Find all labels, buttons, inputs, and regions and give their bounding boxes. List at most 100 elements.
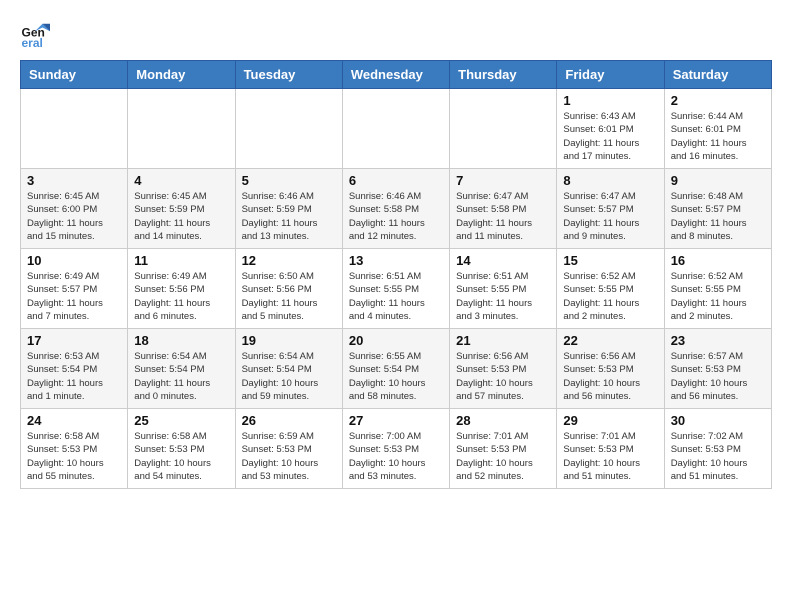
weekday-header: Monday — [128, 61, 235, 89]
calendar-cell: 19 Sunrise: 6:54 AM Sunset: 5:54 PM Dayli… — [235, 329, 342, 409]
day-number: 30 — [671, 413, 765, 428]
calendar-week-row: 24 Sunrise: 6:58 AM Sunset: 5:53 PM Dayli… — [21, 409, 772, 489]
calendar-week-row: 1 Sunrise: 6:43 AM Sunset: 6:01 PM Daylig… — [21, 89, 772, 169]
day-number: 28 — [456, 413, 550, 428]
calendar-cell — [235, 89, 342, 169]
day-number: 15 — [563, 253, 657, 268]
calendar-cell: 6Sunrise: 6:46 AM Sunset: 5:58 PM Daylig… — [342, 169, 449, 249]
day-info: Sunrise: 6:51 AM Sunset: 5:55 PM Dayligh… — [349, 270, 443, 323]
day-number: 16 — [671, 253, 765, 268]
day-number: 8 — [563, 173, 657, 188]
day-info: Sunrise: 6:52 AM Sunset: 5:55 PM Dayligh… — [563, 270, 657, 323]
calendar-cell: 22 Sunrise: 6:56 AM Sunset: 5:53 PM Dayli… — [557, 329, 664, 409]
day-info: Sunrise: 7:01 AM Sunset: 5:53 PM Dayligh… — [563, 430, 657, 483]
calendar-cell: 18 Sunrise: 6:54 AM Sunset: 5:54 PM Dayli… — [128, 329, 235, 409]
day-info: Sunrise: 6:56 AM Sunset: 5:53 PM Dayligh… — [456, 350, 550, 403]
calendar-cell: 25 Sunrise: 6:58 AM Sunset: 5:53 PM Dayli… — [128, 409, 235, 489]
calendar-header-row: SundayMondayTuesdayWednesdayThursdayFrid… — [21, 61, 772, 89]
calendar-cell: 16 Sunrise: 6:52 AM Sunset: 5:55 PM Dayli… — [664, 249, 771, 329]
day-info: Sunrise: 7:00 AM Sunset: 5:53 PM Dayligh… — [349, 430, 443, 483]
day-info: Sunrise: 6:54 AM Sunset: 5:54 PM Dayligh… — [134, 350, 228, 403]
weekday-header: Sunday — [21, 61, 128, 89]
calendar-cell: 9 Sunrise: 6:48 AM Sunset: 5:57 PM Daylig… — [664, 169, 771, 249]
logo: Gen eral — [20, 20, 54, 50]
calendar-cell: 14Sunrise: 6:51 AM Sunset: 5:55 PM Dayli… — [450, 249, 557, 329]
day-number: 6 — [349, 173, 443, 188]
day-info: Sunrise: 6:44 AM Sunset: 6:01 PM Dayligh… — [671, 110, 765, 163]
calendar-cell: 29Sunrise: 7:01 AM Sunset: 5:53 PM Dayli… — [557, 409, 664, 489]
calendar-week-row: 3 Sunrise: 6:45 AM Sunset: 6:00 PM Daylig… — [21, 169, 772, 249]
weekday-header: Thursday — [450, 61, 557, 89]
day-info: Sunrise: 6:47 AM Sunset: 5:57 PM Dayligh… — [563, 190, 657, 243]
day-info: Sunrise: 6:53 AM Sunset: 5:54 PM Dayligh… — [27, 350, 121, 403]
calendar-cell: 11 Sunrise: 6:49 AM Sunset: 5:56 PM Dayli… — [128, 249, 235, 329]
calendar-week-row: 10Sunrise: 6:49 AM Sunset: 5:57 PM Dayli… — [21, 249, 772, 329]
calendar-cell: 13 Sunrise: 6:51 AM Sunset: 5:55 PM Dayli… — [342, 249, 449, 329]
calendar-cell: 5 Sunrise: 6:46 AM Sunset: 5:59 PM Daylig… — [235, 169, 342, 249]
calendar-week-row: 17 Sunrise: 6:53 AM Sunset: 5:54 PM Dayli… — [21, 329, 772, 409]
day-number: 18 — [134, 333, 228, 348]
calendar-cell — [21, 89, 128, 169]
day-number: 4 — [134, 173, 228, 188]
calendar-cell: 26 Sunrise: 6:59 AM Sunset: 5:53 PM Dayli… — [235, 409, 342, 489]
day-number: 11 — [134, 253, 228, 268]
calendar-cell: 10Sunrise: 6:49 AM Sunset: 5:57 PM Dayli… — [21, 249, 128, 329]
day-number: 9 — [671, 173, 765, 188]
calendar-cell: 4 Sunrise: 6:45 AM Sunset: 5:59 PM Daylig… — [128, 169, 235, 249]
day-number: 12 — [242, 253, 336, 268]
svg-text:eral: eral — [22, 36, 43, 50]
day-info: Sunrise: 6:50 AM Sunset: 5:56 PM Dayligh… — [242, 270, 336, 323]
calendar-cell: 7Sunrise: 6:47 AM Sunset: 5:58 PM Daylig… — [450, 169, 557, 249]
day-number: 17 — [27, 333, 121, 348]
day-number: 21 — [456, 333, 550, 348]
calendar-cell: 17 Sunrise: 6:53 AM Sunset: 5:54 PM Dayli… — [21, 329, 128, 409]
weekday-header: Wednesday — [342, 61, 449, 89]
calendar-cell: 24Sunrise: 6:58 AM Sunset: 5:53 PM Dayli… — [21, 409, 128, 489]
calendar-cell: 8 Sunrise: 6:47 AM Sunset: 5:57 PM Daylig… — [557, 169, 664, 249]
day-number: 26 — [242, 413, 336, 428]
day-number: 5 — [242, 173, 336, 188]
day-number: 13 — [349, 253, 443, 268]
calendar-cell — [450, 89, 557, 169]
day-number: 24 — [27, 413, 121, 428]
calendar-cell: 15 Sunrise: 6:52 AM Sunset: 5:55 PM Dayli… — [557, 249, 664, 329]
day-info: Sunrise: 6:56 AM Sunset: 5:53 PM Dayligh… — [563, 350, 657, 403]
calendar-cell — [342, 89, 449, 169]
day-info: Sunrise: 6:58 AM Sunset: 5:53 PM Dayligh… — [134, 430, 228, 483]
logo-icon: Gen eral — [20, 20, 50, 50]
weekday-header: Tuesday — [235, 61, 342, 89]
weekday-header: Saturday — [664, 61, 771, 89]
day-info: Sunrise: 6:45 AM Sunset: 6:00 PM Dayligh… — [27, 190, 121, 243]
day-number: 27 — [349, 413, 443, 428]
calendar-cell: 20Sunrise: 6:55 AM Sunset: 5:54 PM Dayli… — [342, 329, 449, 409]
calendar-cell: 30 Sunrise: 7:02 AM Sunset: 5:53 PM Dayli… — [664, 409, 771, 489]
day-number: 23 — [671, 333, 765, 348]
day-info: Sunrise: 6:59 AM Sunset: 5:53 PM Dayligh… — [242, 430, 336, 483]
day-info: Sunrise: 6:46 AM Sunset: 5:59 PM Dayligh… — [242, 190, 336, 243]
day-info: Sunrise: 6:48 AM Sunset: 5:57 PM Dayligh… — [671, 190, 765, 243]
day-number: 3 — [27, 173, 121, 188]
day-number: 14 — [456, 253, 550, 268]
day-info: Sunrise: 6:45 AM Sunset: 5:59 PM Dayligh… — [134, 190, 228, 243]
day-number: 7 — [456, 173, 550, 188]
day-number: 2 — [671, 93, 765, 108]
day-info: Sunrise: 6:57 AM Sunset: 5:53 PM Dayligh… — [671, 350, 765, 403]
day-info: Sunrise: 6:52 AM Sunset: 5:55 PM Dayligh… — [671, 270, 765, 323]
day-number: 19 — [242, 333, 336, 348]
page-header: Gen eral — [20, 20, 772, 50]
calendar-cell: 23 Sunrise: 6:57 AM Sunset: 5:53 PM Dayli… — [664, 329, 771, 409]
day-info: Sunrise: 7:01 AM Sunset: 5:53 PM Dayligh… — [456, 430, 550, 483]
day-number: 25 — [134, 413, 228, 428]
day-info: Sunrise: 6:49 AM Sunset: 5:56 PM Dayligh… — [134, 270, 228, 323]
day-info: Sunrise: 7:02 AM Sunset: 5:53 PM Dayligh… — [671, 430, 765, 483]
day-number: 1 — [563, 93, 657, 108]
weekday-header: Friday — [557, 61, 664, 89]
calendar-cell: 12 Sunrise: 6:50 AM Sunset: 5:56 PM Dayli… — [235, 249, 342, 329]
day-info: Sunrise: 6:49 AM Sunset: 5:57 PM Dayligh… — [27, 270, 121, 323]
day-info: Sunrise: 6:43 AM Sunset: 6:01 PM Dayligh… — [563, 110, 657, 163]
calendar-table: SundayMondayTuesdayWednesdayThursdayFrid… — [20, 60, 772, 489]
day-info: Sunrise: 6:54 AM Sunset: 5:54 PM Dayligh… — [242, 350, 336, 403]
calendar-cell: 27 Sunrise: 7:00 AM Sunset: 5:53 PM Dayli… — [342, 409, 449, 489]
day-number: 22 — [563, 333, 657, 348]
calendar-cell: 28 Sunrise: 7:01 AM Sunset: 5:53 PM Dayli… — [450, 409, 557, 489]
